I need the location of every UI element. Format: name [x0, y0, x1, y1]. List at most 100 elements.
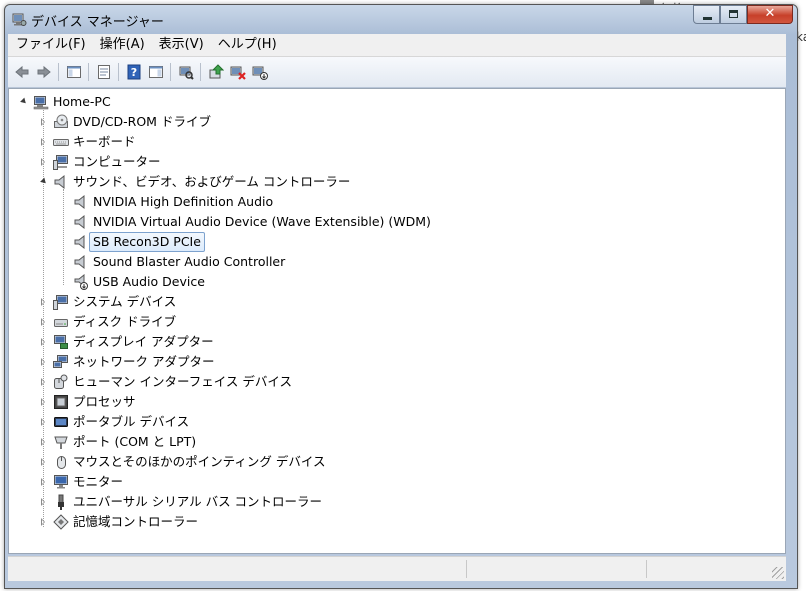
device-manager-window: デバイス マネージャー ✕ ファイル(F) 操作(A) 表示(V) ヘルプ(H) — [4, 4, 798, 589]
tree-node-label: システム デバイス — [73, 294, 177, 309]
collapsed-arrow-icon[interactable] — [41, 118, 45, 126]
menu-action[interactable]: 操作(A) — [94, 34, 151, 56]
tree-node-label: ポータブル デバイス — [73, 414, 190, 429]
collapsed-arrow-icon[interactable] — [41, 478, 45, 486]
minimize-button[interactable] — [693, 5, 720, 24]
tree-node-label: 記憶域コントローラー — [73, 514, 199, 529]
computer-icon — [33, 96, 49, 110]
tree-node-label: ユニバーサル シリアル バス コントローラー — [73, 494, 323, 509]
tree-node-label: マウスとそのほかのポインティング デバイス — [73, 454, 326, 469]
tree-device-sound-blaster[interactable]: Sound Blaster Audio Controller — [9, 252, 779, 272]
tree-root-row[interactable]: Home-PC — [9, 92, 779, 112]
collapsed-arrow-icon[interactable] — [41, 518, 45, 526]
close-button[interactable]: ✕ — [747, 5, 793, 24]
collapsed-arrow-icon[interactable] — [41, 378, 45, 386]
tree-device-nvidia-hda[interactable]: NVIDIA High Definition Audio — [9, 192, 779, 212]
computer-icon — [53, 155, 68, 170]
tree-node-storage-controllers[interactable]: 記憶域コントローラー — [9, 512, 779, 532]
usb-speaker-icon — [74, 274, 88, 290]
show-hide-console-tree-icon[interactable] — [66, 64, 82, 80]
action-pane-icon[interactable] — [148, 64, 164, 80]
mouse-icon — [57, 456, 66, 469]
tree-node-label: ヒューマン インターフェイス デバイス — [73, 374, 292, 389]
tree-node-disk-drives[interactable]: ディスク ドライブ — [9, 312, 779, 332]
speaker-icon — [74, 194, 85, 210]
keyboard-icon — [53, 139, 69, 146]
tree-node-ports[interactable]: ポート (COM と LPT) — [9, 432, 779, 452]
collapsed-arrow-icon[interactable] — [41, 398, 45, 406]
uninstall-device-icon[interactable] — [230, 64, 246, 80]
status-bar-divider — [646, 560, 647, 578]
back-arrow-icon[interactable] — [14, 64, 30, 80]
window-title: デバイス マネージャー — [31, 15, 164, 30]
tree-node-sound[interactable]: サウンド、ビデオ、およびゲーム コントローラー — [9, 172, 779, 192]
collapsed-arrow-icon[interactable] — [41, 498, 45, 506]
tree-node-portable-devices[interactable]: ポータブル デバイス — [9, 412, 779, 432]
forward-arrow-icon[interactable] — [36, 64, 52, 80]
minimize-icon — [703, 17, 712, 20]
status-bar-divider — [466, 560, 467, 578]
collapsed-arrow-icon[interactable] — [41, 458, 45, 466]
tree-node-monitors[interactable]: モニター — [9, 472, 779, 492]
tree-node-network-adapters[interactable]: ネットワーク アダプター — [9, 352, 779, 372]
expanded-arrow-icon[interactable] — [40, 177, 48, 186]
toolbar-separator — [118, 63, 119, 81]
tree-device-usb-audio[interactable]: USB Audio Device — [9, 272, 779, 292]
properties-icon[interactable] — [96, 64, 112, 80]
tree-node-label: ディスプレイ アダプター — [73, 334, 214, 349]
tree-device-sb-recon3d[interactable]: SB Recon3D PCIe — [9, 232, 779, 252]
tree-node-label: ポート (COM と LPT) — [73, 434, 197, 449]
tree-device-label: NVIDIA High Definition Audio — [93, 194, 274, 209]
tree-node-label: モニター — [73, 474, 124, 489]
tree-node-usb-controllers[interactable]: ユニバーサル シリアル バス コントローラー — [9, 492, 779, 512]
tree-node-label: DVD/CD-ROM ドライブ — [73, 114, 211, 129]
collapsed-arrow-icon[interactable] — [41, 338, 45, 346]
scan-hardware-icon[interactable] — [178, 64, 194, 80]
help-icon[interactable]: ? — [126, 64, 142, 80]
menu-file[interactable]: ファイル(F) — [10, 34, 92, 56]
menu-bar: ファイル(F) 操作(A) 表示(V) ヘルプ(H) — [8, 34, 786, 57]
tree-node-system-devices[interactable]: システム デバイス — [9, 292, 779, 312]
device-manager-icon — [12, 13, 27, 26]
hid-icon — [54, 374, 68, 389]
selected-device-label[interactable]: SB Recon3D PCIe — [89, 232, 205, 252]
tree-node-label: キーボード — [73, 134, 136, 149]
title-bar[interactable]: デバイス マネージャー ✕ — [5, 5, 797, 33]
expanded-arrow-icon[interactable] — [20, 97, 28, 106]
tree-node-display-adapters[interactable]: ディスプレイ アダプター — [9, 332, 779, 352]
close-icon: ✕ — [764, 6, 776, 21]
maximize-button[interactable] — [720, 5, 747, 24]
collapsed-arrow-icon[interactable] — [41, 418, 45, 426]
tree-node-hid[interactable]: ヒューマン インターフェイス デバイス — [9, 372, 779, 392]
collapsed-arrow-icon[interactable] — [41, 138, 45, 146]
disable-device-icon[interactable] — [252, 64, 268, 80]
tree-device-nvidia-virtual[interactable]: NVIDIA Virtual Audio Device (Wave Extens… — [9, 212, 779, 232]
tree-node-processors[interactable]: プロセッサ — [9, 392, 779, 412]
toolbar-separator — [200, 63, 201, 81]
tree-node-keyboard[interactable]: キーボード — [9, 132, 779, 152]
collapsed-arrow-icon[interactable] — [41, 438, 45, 446]
network-adapter-icon — [53, 355, 68, 368]
tree-node-dvd[interactable]: DVD/CD-ROM ドライブ — [9, 112, 779, 132]
tree-node-label: サウンド、ビデオ、およびゲーム コントローラー — [73, 174, 351, 189]
dvd-drive-icon — [54, 114, 68, 128]
speaker-icon — [74, 234, 85, 250]
resize-grip[interactable] — [772, 567, 784, 579]
speaker-icon — [54, 174, 65, 190]
collapsed-arrow-icon[interactable] — [41, 158, 45, 166]
window-controls: ✕ — [693, 5, 793, 25]
update-driver-icon[interactable] — [208, 64, 224, 80]
collapsed-arrow-icon[interactable] — [41, 358, 45, 366]
system-device-icon — [53, 295, 68, 310]
menu-view[interactable]: 表示(V) — [153, 34, 210, 56]
svg-text:?: ? — [131, 66, 137, 79]
menu-help[interactable]: ヘルプ(H) — [212, 34, 283, 56]
device-tree[interactable]: Home-PC DVD/CD-ROM ドライブ キーボード コンピューター サウ… — [8, 88, 786, 554]
tree-node-computer[interactable]: コンピューター — [9, 152, 779, 172]
collapsed-arrow-icon[interactable] — [41, 298, 45, 306]
tree-root-label: Home-PC — [53, 94, 111, 109]
collapsed-arrow-icon[interactable] — [41, 318, 45, 326]
tree-node-label: ディスク ドライブ — [73, 314, 177, 329]
toolbar-separator — [88, 63, 89, 81]
tree-node-mice[interactable]: マウスとそのほかのポインティング デバイス — [9, 452, 779, 472]
